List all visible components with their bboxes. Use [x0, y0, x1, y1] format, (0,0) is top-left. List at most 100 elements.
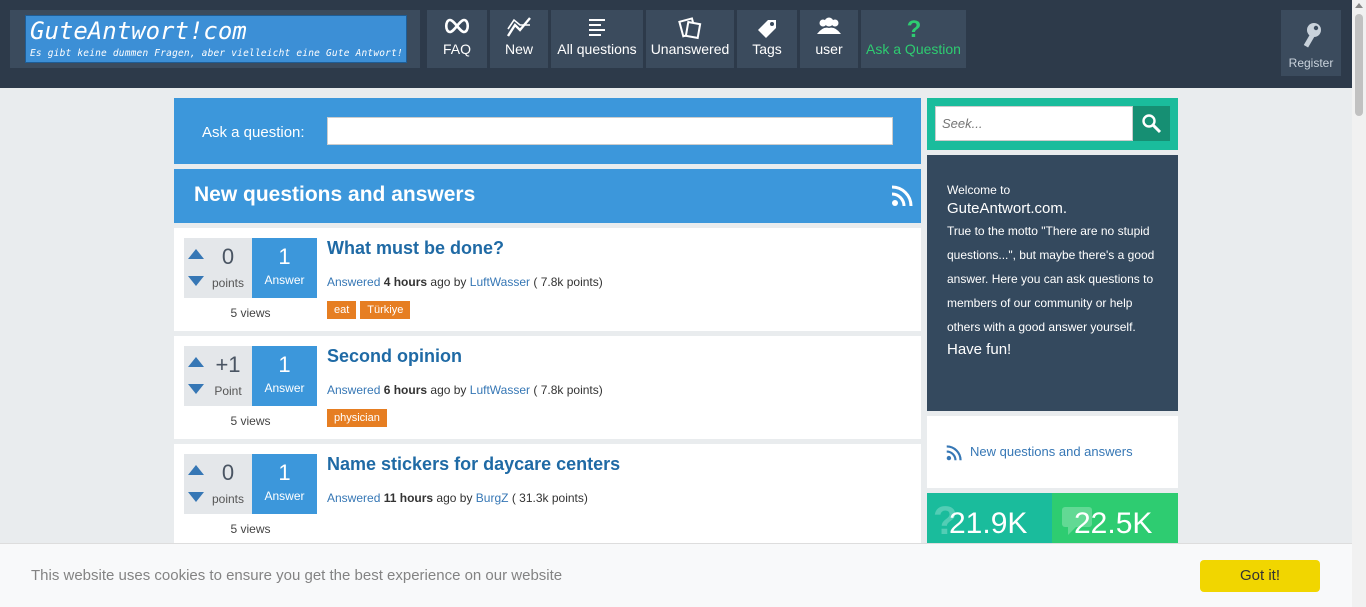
search-input[interactable] — [935, 106, 1133, 141]
register-label: Register — [1288, 56, 1334, 70]
ask-question-label: Ask a question: — [202, 124, 305, 141]
feed-box: New questions and answers — [927, 416, 1178, 488]
top-navigation-bar: GuteAntwort!com Es gibt keine dummen Fra… — [0, 0, 1352, 88]
key-icon — [1297, 20, 1325, 54]
vote-down-arrow[interactable] — [188, 492, 204, 502]
meta-text: ago by — [430, 383, 467, 397]
scroll-thumb[interactable] — [1355, 14, 1363, 116]
meta-text: ago by — [430, 275, 467, 289]
section-header: New questions and answers — [174, 169, 921, 223]
tag-chip[interactable]: Türkiye — [360, 301, 411, 319]
user-link[interactable]: LuftWasser — [470, 275, 530, 289]
answer-count: 1 — [278, 460, 291, 485]
tag-chip[interactable]: eat — [327, 301, 357, 319]
vote-up-arrow[interactable] — [188, 249, 204, 259]
answer-label: Answer — [264, 489, 305, 503]
vote-label: points — [211, 492, 245, 506]
view-count: 5 views — [230, 306, 271, 320]
trend-icon — [490, 10, 548, 40]
answered-link[interactable]: Answered — [327, 383, 380, 397]
nav-all-questions[interactable]: All questions — [551, 10, 643, 68]
users-icon — [800, 10, 858, 40]
list-icon — [551, 10, 643, 40]
question-meta: Answered 6 hours ago by LuftWasser ( 7.8… — [327, 383, 603, 397]
question-item: 0 points 1 Answer 5 views Name stickers … — [174, 444, 921, 547]
site-logo[interactable]: GuteAntwort!com Es gibt keine dummen Fra… — [25, 15, 407, 63]
svg-text:?: ? — [906, 16, 921, 40]
user-link[interactable]: BurgZ — [476, 491, 509, 505]
question-item: +1 Point 1 Answer 5 views Second opinion… — [174, 336, 921, 439]
nav-new-label: New — [504, 41, 533, 57]
question-item: 0 points 1 Answer 5 views What must be d… — [174, 228, 921, 331]
nav-unanswered[interactable]: Unanswered — [646, 10, 734, 68]
cookie-message: This website uses cookies to ensure you … — [31, 567, 563, 584]
answered-time: 11 hours — [383, 491, 434, 505]
vote-label: Point — [214, 384, 242, 398]
nav-user[interactable]: user — [800, 10, 858, 68]
ask-question-bar: Ask a question: — [174, 98, 921, 164]
answered-time: 4 hours — [383, 275, 428, 289]
welcome-line: Welcome to — [947, 183, 1011, 197]
answer-label: Answer — [264, 381, 305, 395]
register-button[interactable]: Register — [1281, 10, 1341, 76]
section-title: New questions and answers — [194, 183, 476, 206]
vote-count: 0 — [221, 244, 235, 269]
user-points: ( 7.8k points) — [533, 383, 603, 397]
answer-count-box[interactable]: 1 Answer — [252, 346, 317, 406]
nav-new[interactable]: New — [490, 10, 548, 68]
tag-list: physician — [327, 406, 391, 427]
vote-down-arrow[interactable] — [188, 384, 204, 394]
view-count: 5 views — [230, 522, 271, 536]
question-title-link[interactable]: Name stickers for daycare centers — [327, 454, 620, 475]
vote-box: 0 points — [184, 238, 252, 298]
welcome-fun: Have fun! — [947, 341, 1012, 358]
nav-user-label: user — [815, 41, 843, 57]
answer-count-box[interactable]: 1 Answer — [252, 238, 317, 298]
view-count: 5 views — [230, 414, 271, 428]
nav-ask-question-label: Ask a Question — [866, 41, 961, 57]
search-button[interactable] — [1133, 106, 1170, 141]
nav-tags-label: Tags — [752, 41, 782, 57]
answered-time: 6 hours — [383, 383, 428, 397]
vote-count: 0 — [221, 460, 235, 485]
infinity-icon — [427, 10, 487, 40]
vote-box: 0 points — [184, 454, 252, 514]
page-scrollbar[interactable] — [1352, 0, 1366, 607]
search-box — [927, 98, 1178, 150]
nav-tags[interactable]: Tags — [737, 10, 797, 68]
nav-ask-question[interactable]: ? Ask a Question — [861, 10, 966, 68]
vote-up-arrow[interactable] — [188, 357, 204, 367]
stat-questions-value: 21.9K — [949, 507, 1028, 540]
ask-question-input[interactable] — [327, 117, 893, 145]
vote-box: +1 Point — [184, 346, 252, 406]
cookie-banner: This website uses cookies to ensure you … — [0, 543, 1352, 607]
vote-up-arrow[interactable] — [188, 465, 204, 475]
question-title-link[interactable]: Second opinion — [327, 346, 462, 367]
stat-answers-value: 22.5K — [1074, 507, 1153, 540]
nav-faq-label: FAQ — [442, 41, 471, 57]
answer-label: Answer — [264, 273, 305, 287]
vote-count: +1 — [215, 352, 241, 377]
answered-link[interactable]: Answered — [327, 491, 380, 505]
user-points: ( 31.3k points) — [511, 491, 588, 505]
vote-down-arrow[interactable] — [188, 276, 204, 286]
vote-label: points — [211, 276, 245, 290]
user-link[interactable]: LuftWasser — [470, 383, 530, 397]
nav-faq[interactable]: FAQ — [427, 10, 487, 68]
tag-chip[interactable]: physician — [327, 409, 387, 427]
scroll-up-arrow[interactable] — [1355, 3, 1363, 8]
search-icon — [1141, 113, 1163, 139]
tag-icon — [737, 10, 797, 40]
question-meta: Answered 11 hours ago by BurgZ ( 31.3k p… — [327, 491, 588, 505]
nav-all-questions-label: All questions — [557, 41, 637, 57]
logo-title: GuteAntwort!com — [30, 17, 247, 45]
answer-count: 1 — [278, 352, 291, 377]
cookie-accept-button[interactable]: Got it! — [1200, 560, 1320, 592]
question-mark-icon: ? — [861, 10, 966, 43]
answered-link[interactable]: Answered — [327, 275, 380, 289]
welcome-text: True to the motto "There are no stupid q… — [947, 224, 1155, 334]
question-title-link[interactable]: What must be done? — [327, 238, 504, 259]
feed-link[interactable]: New questions and answers — [970, 444, 1133, 459]
answer-count-box[interactable]: 1 Answer — [252, 454, 317, 514]
rss-feed-icon[interactable] — [891, 185, 913, 211]
